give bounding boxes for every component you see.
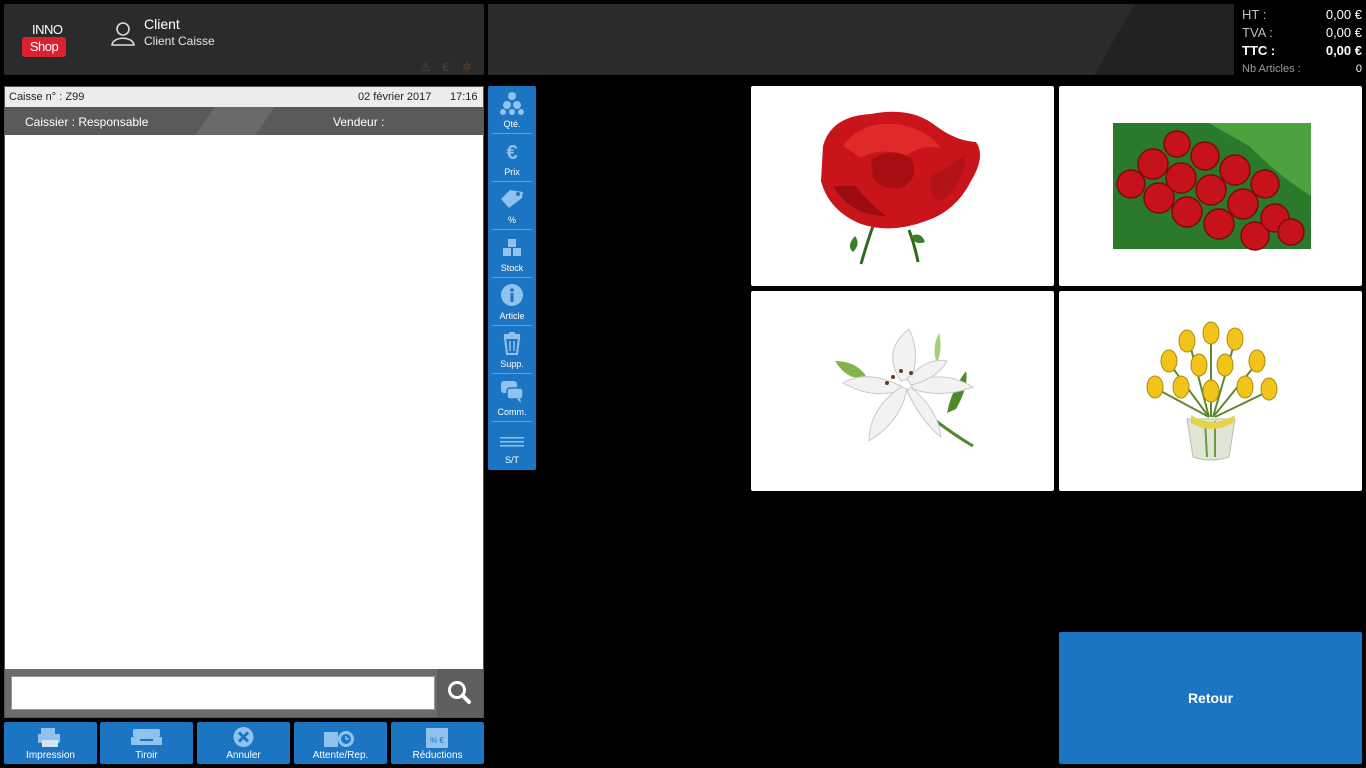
- subtotal-button[interactable]: S/T: [488, 422, 536, 470]
- ticket-date: 02 février 2017: [358, 91, 432, 103]
- attente-label: Attente/Rep.: [312, 750, 369, 761]
- search-icon: [448, 681, 471, 704]
- ht-value: 0,00 €: [1325, 7, 1362, 22]
- tiroir-label: Tiroir: [135, 750, 158, 761]
- red-rose-icon: [821, 111, 980, 265]
- quantity-icon: [500, 92, 524, 115]
- logo-line1: INNO: [32, 22, 63, 37]
- reductions-button[interactable]: % € Réductions: [391, 722, 484, 764]
- search-input[interactable]: [11, 676, 435, 710]
- prix-label: Prix: [504, 167, 520, 177]
- qty-label: Qté.: [503, 119, 521, 129]
- subtotal-label: S/T: [504, 455, 519, 465]
- tag-icon: [501, 190, 523, 208]
- ticket-panel[interactable]: Caisse n° : Z99 02 février 2017 17:16 Ca…: [4, 86, 484, 718]
- ticket-info-bar: Caisse n° : Z99 02 février 2017 17:16: [5, 87, 483, 107]
- client-title: Client: [144, 16, 180, 32]
- impression-button[interactable]: Impression: [4, 722, 97, 764]
- comment-icon: [501, 381, 524, 403]
- stock-label: Stock: [500, 263, 524, 273]
- ticket-lines-area[interactable]: [5, 135, 483, 669]
- logo-line2: Shop: [22, 37, 66, 57]
- caissier-label: Caissier : Responsable: [25, 115, 149, 129]
- tiroir-button[interactable]: Tiroir: [100, 722, 193, 764]
- retour-button[interactable]: Retour: [1059, 632, 1362, 764]
- nb-articles-label: Nb Articles :: [1242, 63, 1301, 75]
- tva-value: 0,00 €: [1325, 25, 1362, 40]
- annuler-label: Annuler: [226, 750, 261, 761]
- total-tva-row: TVA : 0,00 €: [1242, 25, 1362, 43]
- annuler-button[interactable]: Annuler: [197, 722, 290, 764]
- nb-articles-value: 0: [1355, 63, 1362, 75]
- info-icon: [501, 284, 523, 306]
- ticket-time: 17:16: [450, 91, 478, 103]
- ttc-value: 0,00 €: [1325, 43, 1362, 58]
- search-bar: [5, 669, 483, 717]
- product-tile-yellow-tulips[interactable]: [1059, 291, 1362, 491]
- qty-button[interactable]: Qté.: [488, 86, 536, 134]
- prix-button[interactable]: € Prix: [488, 134, 536, 182]
- product-tile-white-lily[interactable]: [751, 291, 1054, 491]
- attente-button[interactable]: Attente/Rep.: [294, 722, 387, 764]
- ticket-staff-bar: Caissier : Responsable Vendeur :: [5, 107, 483, 135]
- cancel-icon: [233, 727, 254, 747]
- ttc-label: TTC :: [1242, 43, 1276, 58]
- svg-text:% €: % €: [430, 736, 444, 745]
- product-tile-red-rose[interactable]: [751, 86, 1054, 286]
- euro-icon: €: [506, 142, 517, 163]
- remise-button[interactable]: %: [488, 182, 536, 230]
- search-button[interactable]: [437, 669, 483, 717]
- comm-button[interactable]: Comm.: [488, 374, 536, 422]
- caisse-number: Caisse n° : Z99: [9, 91, 85, 103]
- warning-icon: ⚠: [420, 60, 431, 74]
- tva-label: TVA :: [1242, 25, 1273, 40]
- vertical-toolbar: Qté. € Prix % Stock Article Supp. Comm. …: [488, 86, 536, 470]
- stock-button[interactable]: Stock: [488, 230, 536, 278]
- stock-icon: [503, 239, 521, 256]
- supp-label: Supp.: [500, 359, 524, 369]
- white-lily-icon: [835, 328, 975, 448]
- supp-button[interactable]: Supp.: [488, 326, 536, 374]
- rose-bouquet-icon: [1113, 123, 1311, 251]
- article-button[interactable]: Article: [488, 278, 536, 326]
- subtotal-icon: [500, 437, 524, 447]
- trash-icon: [503, 332, 521, 355]
- product-tile-rose-bouquet[interactable]: [1059, 86, 1362, 286]
- euro-icon: €: [442, 60, 449, 74]
- yellow-tulips-icon: [1146, 321, 1278, 461]
- total-ht-row: HT : 0,00 €: [1242, 7, 1362, 25]
- comm-label: Comm.: [497, 407, 527, 417]
- wait-icon: [324, 731, 354, 747]
- client-subtitle: Client Caisse: [144, 34, 215, 48]
- drawer-icon: [131, 729, 162, 745]
- svg-text:€: €: [506, 142, 517, 163]
- innoshop-logo: INNO Shop: [18, 20, 70, 62]
- nb-articles-row: Nb Articles : 0: [1242, 63, 1362, 81]
- reductions-label: Réductions: [412, 750, 463, 761]
- user-icon: [111, 22, 135, 46]
- header-display-panel: [488, 4, 1234, 75]
- vendeur-label: Vendeur :: [333, 115, 385, 129]
- totals-panel: HT : 0,00 € TVA : 0,00 € TTC : 0,00 € Nb…: [1236, 4, 1366, 80]
- discount-icon: % €: [426, 728, 448, 748]
- header-client-panel[interactable]: INNO Shop Client Client Caisse ⚠ € ✲: [4, 4, 484, 75]
- remise-label: %: [507, 215, 516, 225]
- total-ttc-row: TTC : 0,00 €: [1242, 43, 1362, 61]
- print-icon: [38, 728, 60, 747]
- retour-label: Retour: [1187, 690, 1234, 706]
- gear-icon: ✲: [462, 60, 473, 74]
- ht-label: HT :: [1242, 7, 1267, 22]
- article-label: Article: [499, 311, 525, 321]
- impression-label: Impression: [26, 750, 75, 761]
